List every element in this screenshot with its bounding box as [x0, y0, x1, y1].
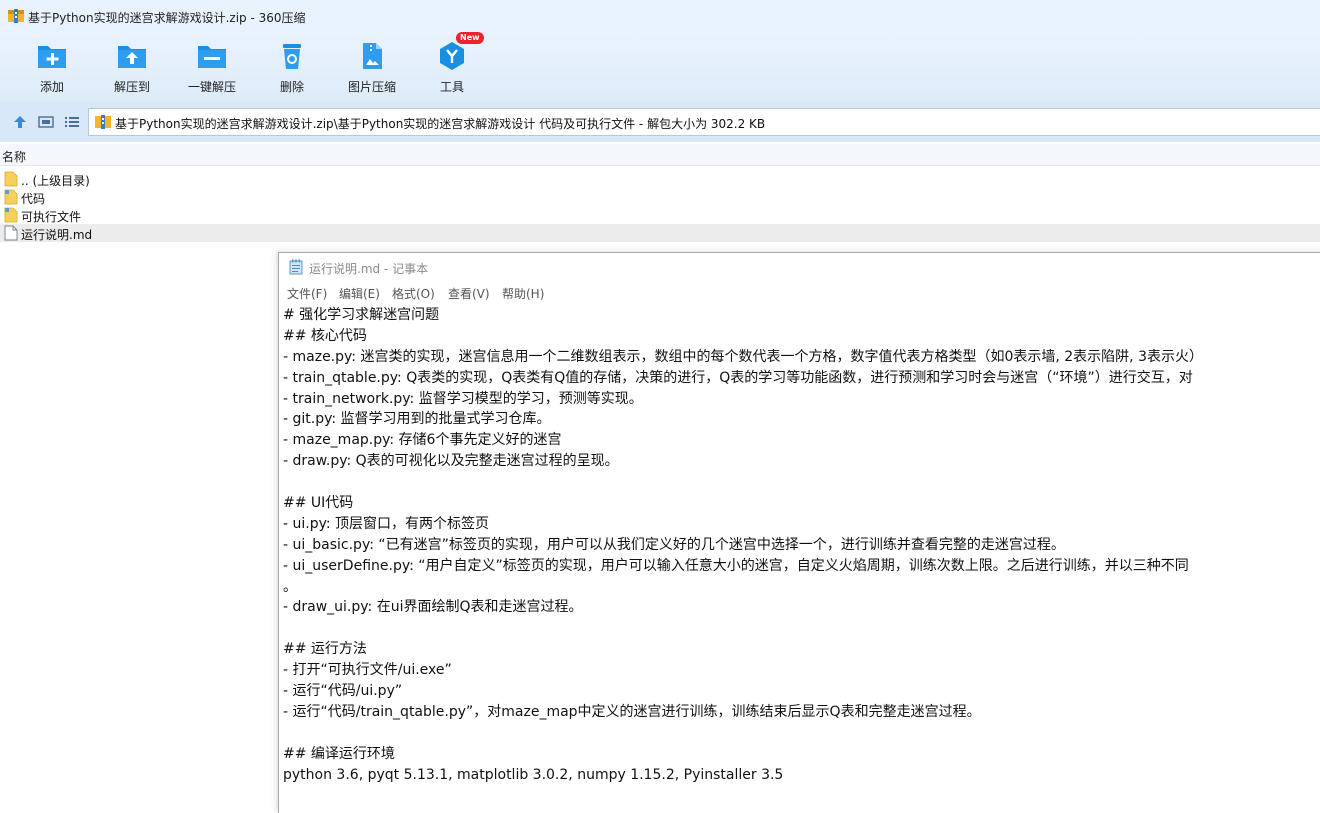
text-line — [283, 472, 1320, 493]
list-view-icon[interactable] — [64, 114, 80, 130]
file-name: 运行说明.md — [21, 228, 93, 242]
folder-icon — [4, 189, 18, 205]
menu-file[interactable]: 文件(F) — [287, 285, 327, 302]
file-row-parent-dir[interactable]: .. (上级目录) — [0, 170, 1320, 188]
thumbnail-view-icon[interactable] — [38, 114, 54, 130]
text-line: - draw.py: Q表的可视化以及完整走迷宫过程的呈现。 — [283, 453, 619, 470]
tools-label: 工具 — [439, 80, 464, 94]
one-click-extract-label: 一键解压 — [187, 80, 236, 94]
one-click-extract-button[interactable]: 一键解压 — [172, 32, 252, 98]
menu-help[interactable]: 帮助(H) — [502, 285, 544, 302]
notepad-text-area[interactable]: # 强化学习求解迷宫问题 ## 核心代码 - maze.py: 迷宫类的实现，迷宫信… — [283, 305, 1320, 805]
text-line: ## 运行方法 — [283, 641, 367, 658]
menu-view[interactable]: 查看(V) — [448, 285, 490, 302]
window-title: 基于Python实现的迷宫求解游戏设计.zip - 360压缩 — [28, 11, 306, 25]
text-line — [283, 723, 1320, 744]
text-line: - ui.py: 顶层窗口，有两个标签页 — [283, 515, 490, 532]
text-line: - maze_map.py: 存储6个事先定义好的迷宫 — [283, 432, 562, 449]
tools-button[interactable]: New 工具 — [412, 32, 492, 98]
delete-label: 删除 — [279, 80, 304, 94]
text-line: - train_network.py: 监督学习模型的学习，预测等实现。 — [283, 390, 643, 407]
add-icon — [38, 46, 66, 68]
text-line: ## UI代码 — [283, 495, 354, 512]
new-badge: New — [456, 32, 484, 44]
file-name: 可执行文件 — [21, 210, 82, 224]
text-line: - 运行“代码/ui.py” — [283, 683, 403, 700]
text-line — [283, 618, 1320, 639]
address-path: 基于Python实现的迷宫求解游戏设计.zip\基于Python实现的迷宫求解游… — [115, 117, 766, 131]
menu-format[interactable]: 格式(O) — [392, 285, 435, 302]
column-header-name[interactable]: 名称 — [0, 144, 1320, 166]
file-row-executable-folder[interactable]: 可执行文件 — [0, 206, 1320, 224]
360zip-app-icon — [8, 9, 24, 23]
zip-archive-icon — [95, 115, 111, 129]
extract-to-button[interactable]: 解压到 — [92, 32, 172, 98]
text-line: 。 — [283, 578, 297, 595]
notepad-window: 运行说明.md - 记事本 文件(F) 编辑(E) 格式(O) 查看(V) 帮助… — [278, 252, 1320, 813]
extract-to-label: 解压到 — [113, 80, 150, 94]
file-row-readme-md[interactable]: 运行说明.md — [0, 224, 1320, 242]
document-icon — [4, 225, 18, 241]
extract-to-icon — [118, 46, 146, 68]
text-line: - ui_basic.py: “已有迷宫”标签页的实现，用户可以从我们定义好的几… — [283, 536, 1065, 553]
up-arrow-icon[interactable] — [12, 114, 28, 130]
image-compress-icon — [363, 43, 382, 69]
notepad-title: 运行说明.md - 记事本 — [309, 262, 429, 276]
address-field[interactable]: 基于Python实现的迷宫求解游戏设计.zip\基于Python实现的迷宫求解游… — [88, 108, 1320, 136]
text-line: - maze.py: 迷宫类的实现，迷宫信息用一个二维数组表示，数组中的每个数代… — [283, 348, 1203, 365]
delete-icon — [283, 44, 301, 69]
toolbar: 添加 解压到 一键解压 删除 图片压缩 New 工具 — [0, 32, 1320, 102]
title-bar: 基于Python实现的迷宫求解游戏设计.zip - 360压缩 — [0, 0, 1320, 32]
text-line: - 打开“可执行文件/ui.exe” — [283, 662, 452, 679]
text-line: - draw_ui.py: 在ui界面绘制Q表和走迷宫过程。 — [283, 599, 583, 616]
text-line: - git.py: 监督学习用到的批量式学习仓库。 — [283, 411, 551, 428]
add-button[interactable]: 添加 — [12, 32, 92, 98]
image-compress-label: 图片压缩 — [347, 80, 396, 94]
notepad-title-bar[interactable]: 运行说明.md - 记事本 — [279, 253, 1320, 281]
add-label: 添加 — [39, 80, 64, 94]
text-line: - ui_userDefine.py: “用户自定义”标签页的实现，用户可以输入… — [283, 557, 1189, 574]
menu-edit[interactable]: 编辑(E) — [339, 285, 380, 302]
file-name: .. (上级目录) — [21, 174, 90, 188]
text-line: - train_qtable.py: Q表类的实现，Q表类有Q值的存储，决策的进… — [283, 369, 1193, 386]
text-line: # 强化学习求解迷宫问题 — [283, 307, 440, 323]
folder-icon — [4, 207, 18, 223]
text-line: ## 核心代码 — [283, 327, 367, 344]
text-line: ## 编译运行环境 — [283, 745, 395, 762]
notepad-icon — [289, 259, 303, 275]
text-line: - 运行“代码/train_qtable.py”，对maze_map中定义的迷宫… — [283, 703, 981, 720]
file-row-code-folder[interactable]: 代码 — [0, 188, 1320, 206]
text-line: python 3.6, pyqt 5.13.1, matplotlib 3.0.… — [283, 766, 784, 783]
address-bar-row: 基于Python实现的迷宫求解游戏设计.zip\基于Python实现的迷宫求解游… — [0, 102, 1320, 142]
tools-icon — [440, 42, 464, 70]
file-name: 代码 — [21, 192, 46, 206]
delete-button[interactable]: 删除 — [252, 32, 332, 98]
one-click-extract-icon — [198, 46, 226, 68]
folder-icon — [4, 171, 18, 187]
column-name-label: 名称 — [2, 150, 27, 164]
notepad-menu-bar: 文件(F) 编辑(E) 格式(O) 查看(V) 帮助(H) — [279, 281, 1320, 303]
image-compress-button[interactable]: 图片压缩 — [332, 32, 412, 98]
